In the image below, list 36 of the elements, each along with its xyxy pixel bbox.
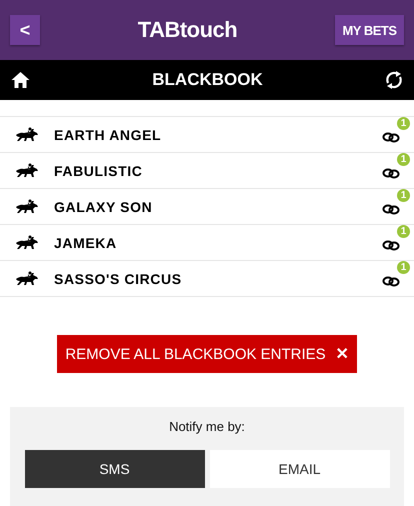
horse-name: FABULISTIC <box>54 162 144 178</box>
my-bets-button[interactable]: MY BETS <box>335 15 404 45</box>
horse-rider-icon <box>14 126 40 142</box>
horse-rider-icon <box>14 270 40 286</box>
count-badge: 1 <box>397 260 410 274</box>
blackbook-entry[interactable]: GALAXY SON 1 <box>0 189 414 225</box>
count-badge: 1 <box>397 224 410 238</box>
notify-option[interactable]: SMS <box>24 450 204 488</box>
home-icon[interactable] <box>10 71 31 89</box>
close-icon: ✕ <box>336 344 349 364</box>
count-badge: 1 <box>397 152 410 166</box>
horse-name: JAMEKA <box>54 234 118 250</box>
notify-label: Notify me by: <box>169 419 245 434</box>
horse-rider-icon <box>14 234 40 250</box>
horse-name: GALAXY SON <box>54 198 154 214</box>
link-icon[interactable] <box>382 274 400 286</box>
refresh-icon[interactable] <box>384 70 404 90</box>
remove-all-button[interactable]: REMOVE ALL BLACKBOOK ENTRIES ✕ <box>57 335 357 373</box>
link-icon[interactable] <box>382 166 400 178</box>
link-icon[interactable] <box>382 202 400 214</box>
back-button[interactable]: < <box>10 15 40 45</box>
horse-rider-icon <box>14 198 40 214</box>
blackbook-entry[interactable]: EARTH ANGEL 1 <box>0 117 414 153</box>
logo: TABtouch <box>138 17 238 43</box>
horse-rider-icon <box>14 162 40 178</box>
blackbook-entry[interactable]: JAMEKA 1 <box>0 225 414 261</box>
horse-name: SASSO'S CIRCUS <box>54 270 183 286</box>
link-icon[interactable] <box>382 130 400 142</box>
blackbook-entry[interactable]: FABULISTIC 1 <box>0 153 414 189</box>
blackbook-entry[interactable]: SASSO'S CIRCUS 1 <box>0 261 414 297</box>
link-icon[interactable] <box>382 238 400 250</box>
page-title: BLACKBOOK <box>152 70 263 90</box>
notify-option[interactable]: EMAIL <box>210 450 390 488</box>
count-badge: 1 <box>397 116 410 130</box>
horse-name: EARTH ANGEL <box>54 126 162 142</box>
count-badge: 1 <box>397 188 410 202</box>
